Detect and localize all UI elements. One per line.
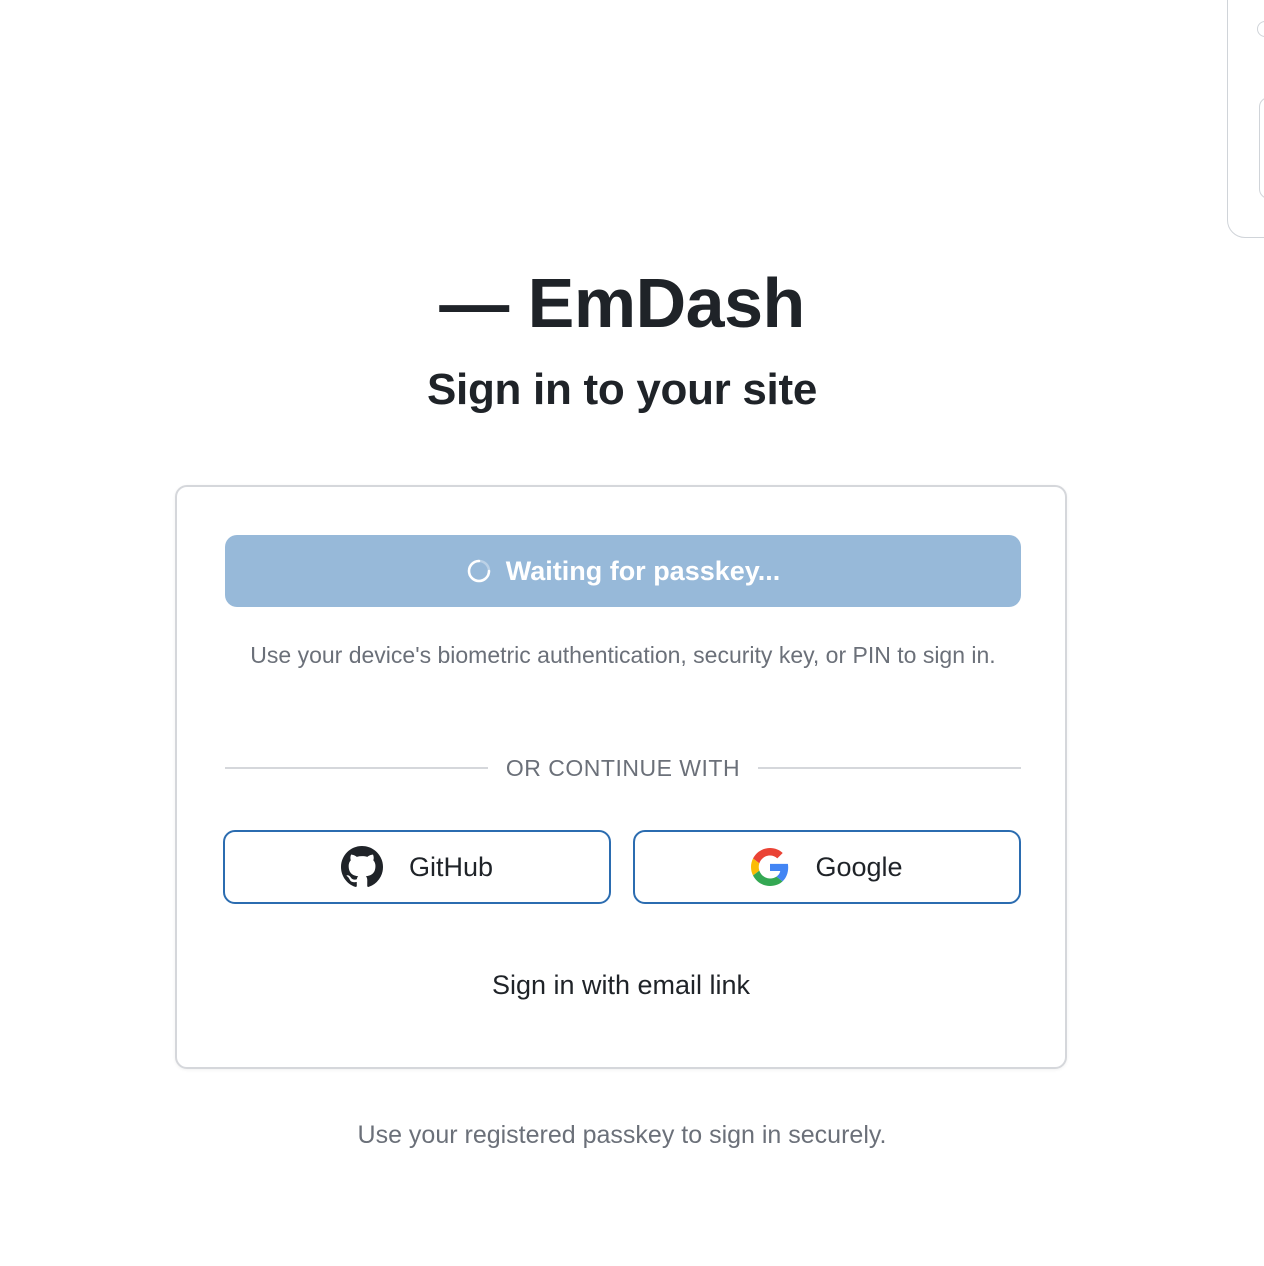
passkey-button[interactable]: Waiting for passkey...	[225, 535, 1021, 607]
page-subtitle: Sign in to your site	[426, 365, 818, 414]
sign-in-page: — EmDash Sign in to your site Waiting fo…	[0, 0, 1264, 1266]
brand-title: — EmDash	[439, 264, 805, 342]
divider-label: OR CONTINUE WITH	[505, 754, 741, 781]
passkey-button-label: Waiting for passkey...	[505, 555, 781, 586]
github-button-label: GitHub	[408, 851, 494, 882]
panel-radio-partial	[1257, 21, 1264, 37]
email-link-button[interactable]: Sign in with email link	[177, 967, 1065, 1003]
sign-in-card: Waiting for passkey... Use your device's…	[175, 485, 1067, 1069]
github-icon	[340, 846, 383, 888]
github-button[interactable]: GitHub	[223, 830, 611, 904]
or-divider: OR CONTINUE WITH	[225, 751, 1021, 785]
divider-rule-left	[225, 767, 488, 769]
google-icon	[751, 848, 789, 886]
passkey-help-text: Use your device's biometric authenticati…	[250, 642, 996, 668]
google-button[interactable]: Google	[633, 830, 1021, 904]
footer-note: Use your registered passkey to sign in s…	[357, 1121, 887, 1149]
google-button-label: Google	[815, 851, 903, 882]
panel-field-partial	[1259, 97, 1264, 199]
partial-side-panel	[1227, 0, 1264, 238]
divider-rule-right	[758, 767, 1021, 769]
spinner-icon	[466, 558, 492, 584]
